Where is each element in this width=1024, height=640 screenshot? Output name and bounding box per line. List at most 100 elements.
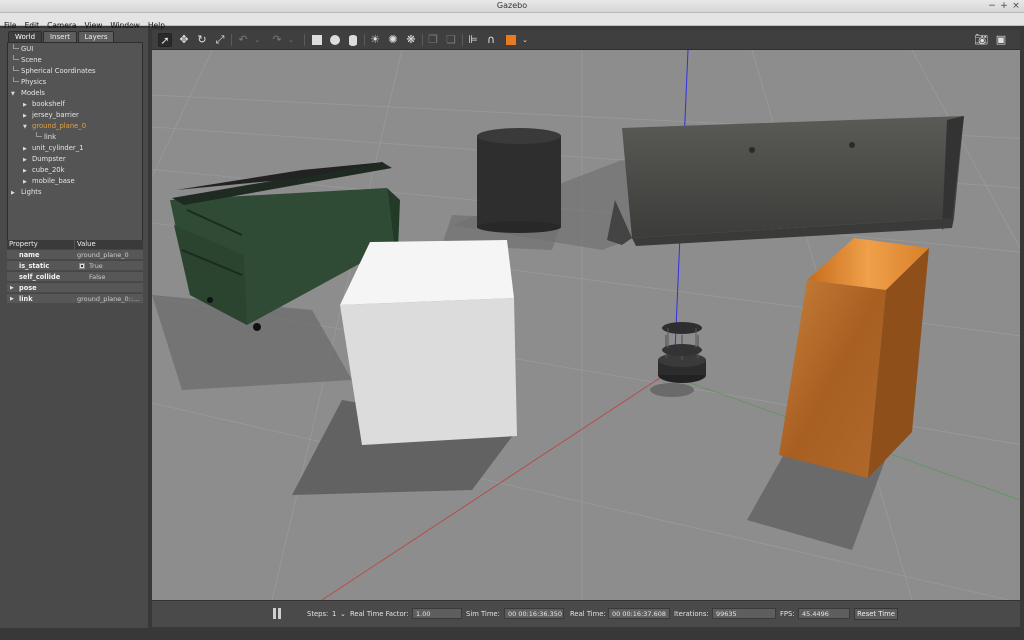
expand-right-icon[interactable]: ▶ — [10, 283, 14, 293]
fps-label: FPS: — [780, 610, 795, 618]
property-value: ground_plane_0::... — [77, 295, 140, 303]
undo-icon[interactable]: ↶ — [236, 33, 250, 47]
reset-time-button[interactable]: Reset Time — [854, 608, 898, 620]
property-row-is-static[interactable]: is_static True — [7, 260, 143, 270]
tab-layers[interactable]: Layers — [78, 31, 114, 42]
scene-render[interactable] — [152, 50, 1020, 600]
tree-item-spherical-coordinates[interactable]: Spherical Coordinates — [21, 67, 96, 76]
property-row-pose[interactable]: ▶ pose — [7, 282, 143, 292]
tree-item-lights[interactable]: Lights — [21, 188, 42, 197]
expand-right-icon[interactable]: ▶ — [23, 156, 27, 165]
minimize-button[interactable]: − — [986, 0, 998, 12]
property-row-self-collide[interactable]: self_collide False — [7, 271, 143, 281]
copy-icon[interactable]: ❐ — [426, 33, 440, 47]
property-key: name — [19, 251, 40, 259]
screenshot-icon[interactable]: 📷︎ — [974, 33, 988, 47]
window-title: Gazebo — [496, 1, 528, 10]
title-bar: Gazebo − + × — [0, 0, 1024, 13]
rtf-value: 1.00 — [412, 608, 462, 619]
paste-icon[interactable]: ❏ — [444, 33, 458, 47]
redo-icon[interactable]: ↷ — [270, 33, 284, 47]
sun-light-icon[interactable]: ☀ — [368, 33, 382, 47]
bookshelf-model — [779, 238, 929, 478]
cylinder-icon[interactable] — [346, 33, 360, 47]
tab-world[interactable]: World — [8, 31, 42, 42]
iterations-value: 99635 — [712, 608, 776, 619]
expand-right-icon[interactable]: ▶ — [10, 294, 14, 304]
chevron-down-icon[interactable]: ⌄ — [518, 33, 532, 47]
expand-right-icon[interactable]: ▶ — [23, 145, 27, 154]
value-header: Value — [74, 240, 143, 249]
tree-item-model[interactable]: jersey_barrier — [32, 111, 79, 120]
pause-icon[interactable] — [272, 608, 282, 619]
spot-light-icon[interactable]: ❋ — [404, 33, 418, 47]
property-row-name[interactable]: name ground_plane_0 — [7, 249, 143, 259]
translate-icon[interactable]: ✥ — [177, 33, 191, 47]
property-key: is_static — [19, 262, 50, 270]
steps-value[interactable]: 1 — [332, 609, 336, 619]
view-angle-icon[interactable] — [504, 33, 518, 47]
align-icon[interactable]: ⊫ — [466, 33, 480, 47]
left-panel: World Insert Layers GUI Scene Spherical … — [0, 28, 148, 628]
cube-20k-model — [340, 240, 517, 445]
sim-time-label: Sim Time: — [466, 610, 500, 618]
iterations-label: Iterations: — [674, 610, 709, 618]
property-header: Property — [7, 240, 74, 249]
expand-down-icon[interactable]: ▼ — [11, 90, 15, 99]
rotate-icon[interactable]: ↻ — [195, 33, 209, 47]
robot-shadow — [650, 383, 694, 397]
menu-bar: File Edit Camera View Window Help — [0, 13, 1024, 30]
properties-table: Property Value name ground_plane_0 is_st… — [7, 240, 143, 318]
property-row-link[interactable]: ▶ link ground_plane_0::... — [7, 293, 143, 303]
checkbox-icon[interactable] — [79, 263, 85, 269]
property-key: self_collide — [19, 273, 61, 281]
chevron-down-icon[interactable]: ⌄ — [284, 33, 298, 47]
scale-icon[interactable]: ⤢ — [213, 33, 227, 47]
gazebo-window: Gazebo − + × File Edit Camera View Window Hel… — [0, 0, 1024, 640]
toolbar: ➚ ✥ ↻ ⤢ ↶ ⌄ ↷ ⌄ ☀ ✺ ❋ ❐ ❏ ⊫ ∩ ⌄ 📷︎ ▣ — [152, 30, 1020, 50]
tree-item-model[interactable]: bookshelf — [32, 100, 65, 109]
box-icon[interactable] — [310, 33, 324, 47]
tab-insert[interactable]: Insert — [43, 31, 77, 42]
select-arrow-icon[interactable]: ➚ — [158, 33, 172, 47]
tree-item-scene[interactable]: Scene — [21, 56, 42, 65]
expand-right-icon[interactable]: ▶ — [23, 167, 27, 176]
tree-item-model[interactable]: unit_cylinder_1 — [32, 144, 83, 153]
real-time-value: 00 00:16:37.608 — [608, 608, 670, 619]
tree-item-link[interactable]: link — [44, 133, 56, 142]
property-key: link — [19, 295, 33, 303]
rtf-label: Real Time Factor: — [350, 610, 409, 618]
sim-time-value: 00 00:16:36.350 — [504, 608, 564, 619]
expand-right-icon[interactable]: ▶ — [23, 112, 27, 121]
fps-value: 45.4496 — [798, 608, 850, 619]
jersey-barrier-model — [607, 116, 964, 246]
tree-item-model[interactable]: Dumpster — [32, 155, 66, 164]
unit-cylinder-model — [477, 128, 561, 233]
point-light-icon[interactable]: ✺ — [386, 33, 400, 47]
tree-item-gui[interactable]: GUI — [21, 45, 33, 54]
3d-viewport[interactable] — [152, 50, 1020, 600]
tree-item-models[interactable]: Models — [21, 89, 45, 98]
record-icon[interactable]: ▣ — [994, 33, 1008, 47]
expand-right-icon[interactable]: ▶ — [23, 178, 27, 187]
steps-label: Steps: — [307, 610, 329, 618]
tree-item-model-selected[interactable]: ground_plane_0 — [32, 122, 86, 131]
bottom-status-bar: Steps: 1 ⌄ Real Time Factor: 1.00 Sim Ti… — [152, 600, 1020, 627]
world-tree: GUI Scene Spherical Coordinates Physics … — [7, 42, 143, 260]
expand-right-icon[interactable]: ▶ — [11, 189, 15, 198]
maximize-button[interactable]: + — [998, 0, 1010, 12]
expand-right-icon[interactable]: ▶ — [23, 101, 27, 110]
property-value: False — [89, 273, 106, 281]
real-time-label: Real Time: — [570, 610, 606, 618]
tree-item-model[interactable]: mobile_base — [32, 177, 75, 186]
sphere-icon[interactable] — [328, 33, 342, 47]
property-key: pose — [19, 284, 37, 292]
close-button[interactable]: × — [1010, 0, 1022, 12]
property-value: True — [89, 262, 103, 270]
snap-icon[interactable]: ∩ — [484, 33, 498, 47]
chevron-down-icon[interactable]: ⌄ — [250, 33, 264, 47]
expand-down-icon[interactable]: ▼ — [23, 123, 27, 132]
chevron-down-icon[interactable]: ⌄ — [340, 609, 346, 619]
tree-item-physics[interactable]: Physics — [21, 78, 46, 87]
tree-item-model[interactable]: cube_20k — [32, 166, 65, 175]
